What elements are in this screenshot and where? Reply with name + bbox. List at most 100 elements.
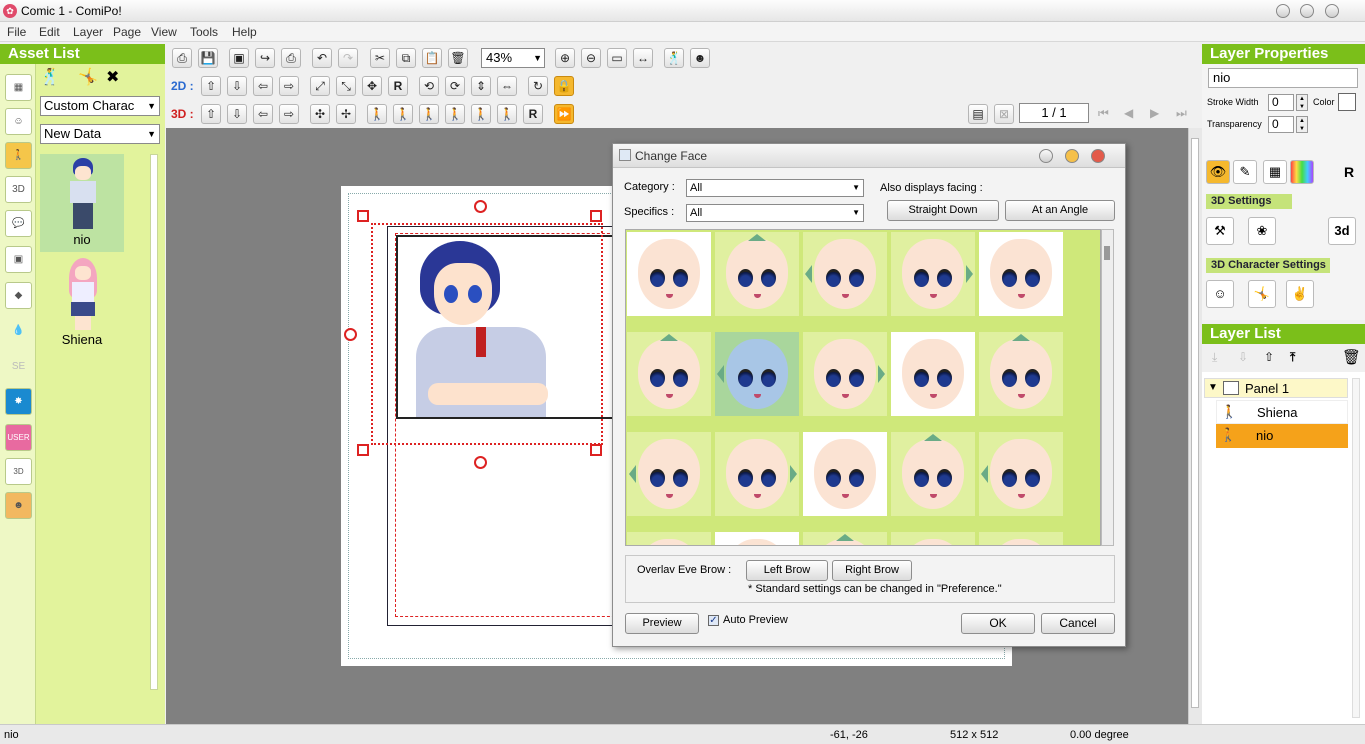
cut-icon[interactable]: ✂ [370, 48, 390, 68]
menu-tools[interactable]: Tools [190, 25, 218, 39]
3d-zoom-out-icon[interactable]: ✢ [336, 104, 356, 124]
hands-setting-icon[interactable]: ✌ [1286, 280, 1314, 308]
reset-3d-icon[interactable]: R [523, 104, 543, 124]
turn-right-icon[interactable]: ⇨ [279, 104, 299, 124]
face-thumbnail[interactable] [803, 532, 887, 545]
cancel-button[interactable]: Cancel [1041, 613, 1115, 634]
3d-tool-1-icon[interactable]: ⚒ [1206, 217, 1234, 245]
tilt-down-icon[interactable]: ⇩ [227, 104, 247, 124]
face-thumbnail[interactable] [979, 232, 1063, 316]
print-icon[interactable]: ⎙ [172, 48, 192, 68]
transparency-spinner[interactable]: ▲ ▼ [1296, 116, 1308, 133]
dialog-maximize-button[interactable] [1065, 149, 1079, 163]
save-icon[interactable]: 💾 [198, 48, 218, 68]
at-an-angle-button[interactable]: At an Angle [1005, 200, 1115, 221]
paste-icon[interactable]: 📋 [422, 48, 442, 68]
face-thumbnail[interactable] [803, 332, 887, 416]
face-thumbnail[interactable] [979, 532, 1063, 545]
next-page-icon[interactable]: ▶ [1150, 106, 1159, 120]
face-thumbnail[interactable] [979, 432, 1063, 516]
face-thumbnail[interactable] [891, 532, 975, 545]
face-thumbnail[interactable] [803, 432, 887, 516]
rotate-handle[interactable] [344, 328, 357, 341]
prev-page-icon[interactable]: ◀ [1124, 106, 1133, 120]
color-swatch[interactable] [1338, 93, 1356, 111]
data-dropdown[interactable]: New Data ▼ [40, 124, 160, 144]
visibility-eye-icon[interactable]: 👁 [1206, 160, 1230, 184]
face-thumbnail[interactable] [979, 332, 1063, 416]
move-up-icon[interactable]: ⇧ [201, 76, 221, 96]
flip-horizontal-icon[interactable]: ⇔ [497, 76, 517, 96]
canvas-scrollbar[interactable] [1188, 128, 1202, 724]
face-thumbnail[interactable] [891, 432, 975, 516]
user-3d-icon[interactable]: 3D [5, 458, 32, 485]
pose-tool-3-icon[interactable]: ✖ [106, 67, 119, 87]
pose-category-icon[interactable]: 🚶 [5, 142, 32, 169]
asset-character-nio[interactable]: nio [40, 154, 124, 252]
face-thumbnail[interactable] [627, 332, 711, 416]
character-category-icon[interactable]: ☺ [5, 108, 32, 135]
left-brow-button[interactable]: Left Brow [746, 560, 828, 581]
shrink-icon[interactable]: ⤡ [336, 76, 356, 96]
auto-preview-checkbox[interactable]: ✓ [708, 615, 719, 626]
dialog-minimize-button[interactable] [1039, 149, 1053, 163]
add-page-icon[interactable]: ▤ [968, 104, 988, 124]
figure-pose-2-icon[interactable]: 🚶 [393, 104, 413, 124]
reset-2d-icon[interactable]: R [388, 76, 408, 96]
face-setting-icon[interactable]: ☺ [1206, 280, 1234, 308]
rotate-handle[interactable] [474, 200, 487, 213]
menu-file[interactable]: File [7, 25, 26, 39]
sound-effect-icon[interactable]: SE [5, 354, 32, 381]
move-layer-down-icon[interactable]: ⇩ [1238, 350, 1248, 364]
last-page-icon[interactable]: ⏭ [1176, 106, 1187, 121]
3d-object-icon[interactable]: 3D [5, 176, 32, 203]
layer-row-nio[interactable]: 🚶 nio [1216, 424, 1348, 448]
fast-forward-icon[interactable]: ⏩ [554, 104, 574, 124]
menu-page[interactable]: Page [113, 25, 141, 39]
reset-rotation-icon[interactable]: ↻ [528, 76, 548, 96]
face-thumbnail[interactable] [715, 532, 799, 545]
move-down-icon[interactable]: ⇩ [227, 76, 247, 96]
face-thumbnail[interactable] [627, 432, 711, 516]
pose-setting-icon[interactable]: 🤸 [1248, 280, 1276, 308]
zoom-in-icon[interactable]: ⊕ [555, 48, 575, 68]
stroke-width-input[interactable]: 0 [1268, 94, 1294, 111]
reset-layer-icon[interactable]: R [1344, 164, 1354, 180]
stroke-width-spinner[interactable]: ▲ ▼ [1296, 94, 1308, 111]
user-item-icon[interactable]: USER [5, 424, 32, 451]
transparency-grid-icon[interactable]: ▦ [1263, 160, 1287, 184]
share-icon[interactable]: ↪ [255, 48, 275, 68]
speech-balloon-icon[interactable]: 💬 [5, 210, 32, 237]
new-panel-icon[interactable]: ▣ [229, 48, 249, 68]
transparency-input[interactable]: 0 [1268, 116, 1294, 133]
edit-layer-icon[interactable]: ✎ [1233, 160, 1257, 184]
menu-help[interactable]: Help [232, 25, 257, 39]
pose-tool-icon[interactable]: 🕺 [664, 48, 684, 68]
face-thumbnail[interactable] [715, 332, 799, 416]
right-brow-button[interactable]: Right Brow [832, 560, 912, 581]
menu-edit[interactable]: Edit [39, 25, 60, 39]
face-grid-scrollbar[interactable] [1101, 229, 1114, 546]
fit-width-icon[interactable]: ↔ [633, 48, 653, 68]
panel-layer-row[interactable]: ▼ Panel 1 [1204, 378, 1348, 398]
3d-zoom-in-icon[interactable]: ✣ [310, 104, 330, 124]
face-thumbnail[interactable] [715, 432, 799, 516]
close-button[interactable] [1325, 4, 1339, 18]
rotate-left-icon[interactable]: ⟲ [419, 76, 439, 96]
rotate-handle[interactable] [474, 456, 487, 469]
cube-icon[interactable]: ◆ [5, 282, 32, 309]
asset-character-shiena[interactable]: Shiena [40, 254, 124, 352]
character-head-icon[interactable]: ☻ [690, 48, 710, 68]
layer-list-scrollbar[interactable] [1352, 378, 1360, 718]
move-layer-up-icon[interactable]: ⇧ [1264, 350, 1274, 364]
face-grid[interactable] [625, 229, 1101, 546]
move-right-icon[interactable]: ⇨ [279, 76, 299, 96]
figure-pose-6-icon[interactable]: 🚶 [497, 104, 517, 124]
undo-icon[interactable]: ↶ [312, 48, 332, 68]
copy-icon[interactable]: ⧉ [396, 48, 416, 68]
flip-vertical-icon[interactable]: ⇕ [471, 76, 491, 96]
background-icon[interactable]: ▣ [5, 246, 32, 273]
printer-icon[interactable]: ⎙ [281, 48, 301, 68]
face-thumbnail[interactable] [891, 332, 975, 416]
asset-list-scrollbar[interactable] [150, 154, 158, 690]
